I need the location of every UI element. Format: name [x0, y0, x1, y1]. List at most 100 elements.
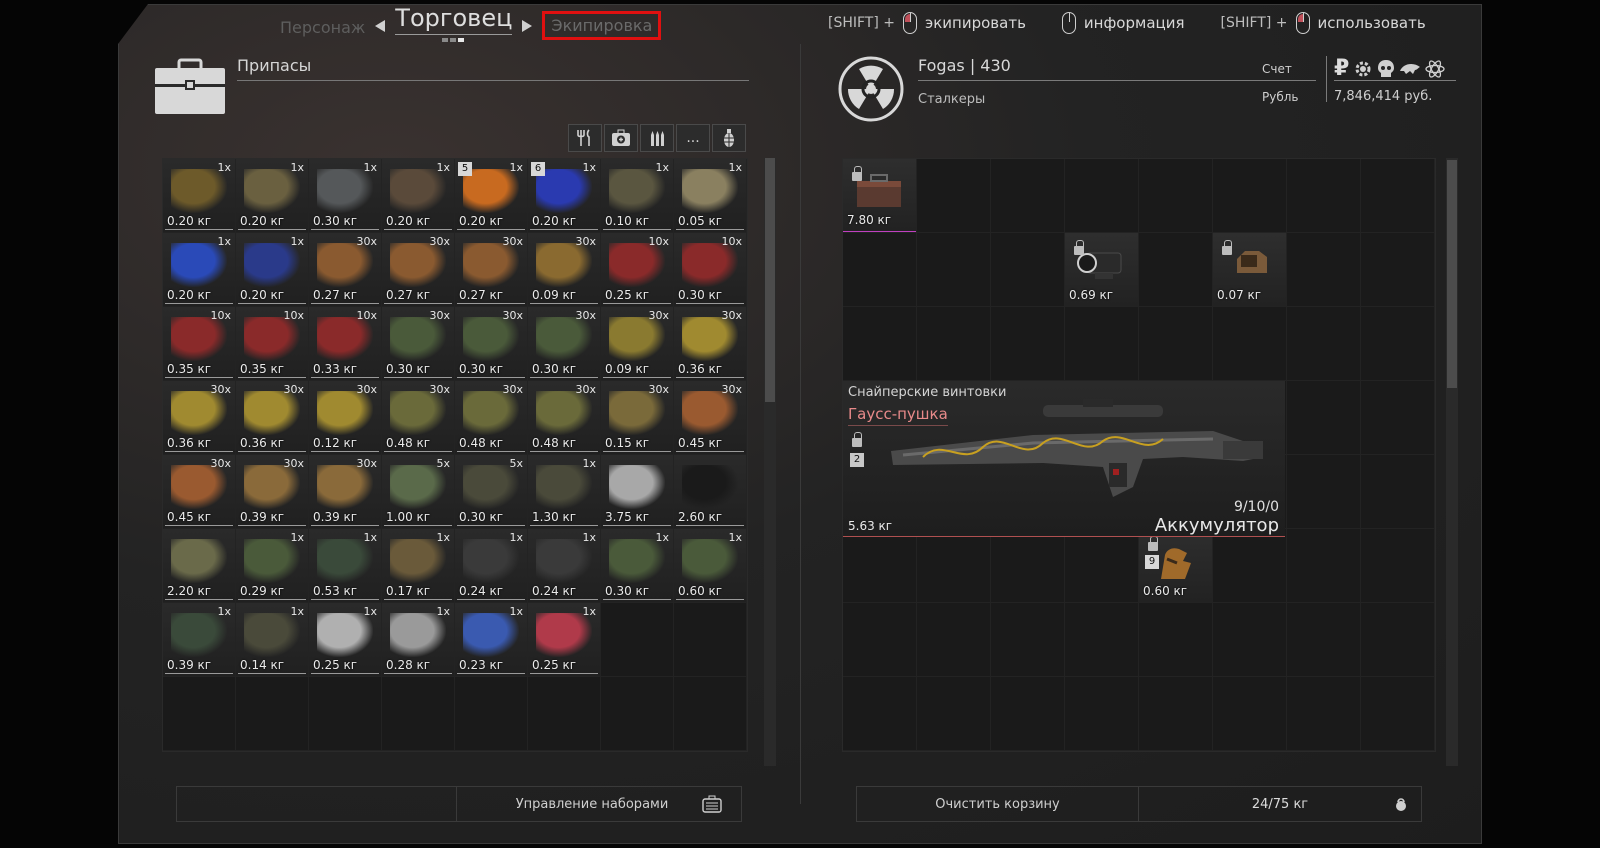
inventory-item[interactable]: 30x 0.48 кг: [528, 381, 601, 455]
inventory-item[interactable]: 1x 1.30 кг: [528, 455, 601, 529]
item-weight: 1.00 кг: [386, 510, 431, 524]
ammo-icon[interactable]: [640, 124, 674, 152]
inventory-item[interactable]: 30x 0.36 кг: [674, 307, 747, 381]
inventory-item[interactable]: 30x 0.09 кг: [601, 307, 674, 381]
equipment-scroll-thumb[interactable]: [1447, 160, 1457, 388]
inventory-item[interactable]: 1x 0.20 кг: [163, 159, 236, 233]
inventory-item[interactable]: 1x 0.24 кг: [455, 529, 528, 603]
trader-name-text: Fogas: [918, 56, 965, 75]
manage-sets-button[interactable]: Управление наборами: [457, 787, 741, 821]
inventory-item[interactable]: 10x 0.25 кг: [601, 233, 674, 307]
fork-knife-icon[interactable]: [568, 124, 602, 152]
inventory-item[interactable]: 1x 0.53 кг: [309, 529, 382, 603]
inventory-item[interactable]: 1x 0.24 кг: [528, 529, 601, 603]
inventory-item[interactable]: 30x 0.15 кг: [601, 381, 674, 455]
inventory-item[interactable]: 30x 0.36 кг: [163, 381, 236, 455]
inventory-item[interactable]: 30x 0.39 кг: [236, 455, 309, 529]
mutant-icon[interactable]: [1399, 61, 1421, 77]
inventory-item[interactable]: 30x 0.39 кг: [309, 455, 382, 529]
inventory-item[interactable]: 1x 0.20 кг: [382, 159, 455, 233]
more-icon[interactable]: ...: [676, 124, 710, 152]
inventory-item[interactable]: 1x 0.25 кг: [528, 603, 601, 677]
item-art: [390, 391, 446, 435]
inventory-item[interactable]: 30x 0.30 кг: [382, 307, 455, 381]
empty-slot: [1139, 307, 1213, 381]
inventory-item[interactable]: 1x 0.28 кг: [382, 603, 455, 677]
nav-next-arrow-icon[interactable]: [522, 20, 533, 32]
trader-scroll-thumb[interactable]: [765, 158, 775, 402]
inventory-item[interactable]: 1x 5 0.20 кг: [455, 159, 528, 233]
inventory-item[interactable]: 1x 0.23 кг: [455, 603, 528, 677]
medkit-icon[interactable]: [604, 124, 638, 152]
ruble-icon[interactable]: ₽: [1334, 56, 1349, 81]
inventory-item[interactable]: 1x 0.20 кг: [163, 233, 236, 307]
item-quantity: 1x: [290, 161, 304, 174]
inventory-item[interactable]: 10x 0.30 кг: [674, 233, 747, 307]
currency-underline: [1334, 80, 1456, 81]
lock-icon: [852, 432, 862, 447]
inventory-item[interactable]: 2.60 кг: [674, 455, 747, 529]
equip-box-item[interactable]: 7.80 кг: [843, 159, 916, 232]
equip-glove-item[interactable]: 9 0.60 кг: [1139, 529, 1212, 602]
inventory-item[interactable]: 1x 0.30 кг: [601, 529, 674, 603]
inventory-item[interactable]: 30x 0.27 кг: [382, 233, 455, 307]
nav-character-tab[interactable]: Персонаж: [280, 18, 365, 37]
grenade-icon[interactable]: [712, 124, 746, 152]
inventory-item[interactable]: 10x 0.35 кг: [236, 307, 309, 381]
item-quantity: 1x: [436, 531, 450, 544]
inventory-item[interactable]: 10x 0.35 кг: [163, 307, 236, 381]
inventory-item[interactable]: 30x 0.45 кг: [163, 455, 236, 529]
inventory-item[interactable]: 1x 0.60 кг: [674, 529, 747, 603]
inventory-item[interactable]: 1x 6 0.20 кг: [528, 159, 601, 233]
inventory-item[interactable]: 5x 0.30 кг: [455, 455, 528, 529]
inventory-item[interactable]: 1x 0.25 кг: [309, 603, 382, 677]
inventory-item[interactable]: 30x 0.27 кг: [455, 233, 528, 307]
gauss-gun-item[interactable]: Снайперские винтовки Гаусс-пушка 2 9/10/…: [843, 381, 1285, 537]
inventory-item[interactable]: 30x 0.45 кг: [674, 381, 747, 455]
inventory-item[interactable]: 30x 0.09 кг: [528, 233, 601, 307]
inventory-item[interactable]: 1x 0.30 кг: [309, 159, 382, 233]
empty-slot: [1213, 529, 1287, 603]
inventory-item[interactable]: 10x 0.33 кг: [309, 307, 382, 381]
inventory-item[interactable]: 1x 0.14 кг: [236, 603, 309, 677]
equipment-scrollbar[interactable]: [1446, 158, 1458, 766]
empty-slot: [1287, 159, 1361, 233]
inventory-item[interactable]: 1x 0.10 кг: [601, 159, 674, 233]
inventory-item[interactable]: 30x 0.30 кг: [528, 307, 601, 381]
item-art: [244, 243, 300, 287]
inventory-item[interactable]: 1x 0.20 кг: [236, 159, 309, 233]
nav-prev-arrow-icon[interactable]: [375, 20, 386, 32]
item-quantity: 1x: [363, 161, 377, 174]
inventory-item[interactable]: 30x 0.48 кг: [382, 381, 455, 455]
stack-badge: 6: [531, 162, 545, 176]
nav-equipment-tab[interactable]: Экипировка: [542, 11, 662, 40]
item-quantity: 30x: [648, 309, 669, 322]
inventory-item[interactable]: 30x 0.48 кг: [455, 381, 528, 455]
nav-trader-tab[interactable]: Торговец: [395, 4, 513, 35]
inventory-item[interactable]: 5x 1.00 кг: [382, 455, 455, 529]
skull-icon[interactable]: [1377, 59, 1395, 79]
inventory-item[interactable]: 3.75 кг: [601, 455, 674, 529]
inventory-item[interactable]: 2.20 кг: [163, 529, 236, 603]
inventory-item[interactable]: 30x 0.36 кг: [236, 381, 309, 455]
gear-icon[interactable]: [1353, 59, 1373, 79]
inventory-item[interactable]: 1x 0.05 кг: [674, 159, 747, 233]
item-weight: 0.36 кг: [240, 436, 285, 450]
inventory-item[interactable]: 1x 0.20 кг: [236, 233, 309, 307]
atom-icon[interactable]: [1425, 59, 1445, 79]
empty-slot: [1065, 529, 1139, 603]
item-weight: 0.36 кг: [678, 362, 723, 376]
inventory-item[interactable]: 30x 0.30 кг: [455, 307, 528, 381]
clear-cart-button[interactable]: Очистить корзину: [857, 787, 1139, 821]
trader-scrollbar[interactable]: [764, 158, 776, 766]
item-quantity: 30x: [502, 383, 523, 396]
inventory-item[interactable]: 1x 0.17 кг: [382, 529, 455, 603]
inventory-item[interactable]: 30x 0.12 кг: [309, 381, 382, 455]
inventory-item[interactable]: 1x 0.29 кг: [236, 529, 309, 603]
item-quantity: 1x: [290, 235, 304, 248]
item-quantity: 1x: [582, 605, 596, 618]
inventory-item[interactable]: 1x 0.39 кг: [163, 603, 236, 677]
equip-scope-item[interactable]: 0.69 кг: [1065, 233, 1138, 306]
equip-sight-item[interactable]: 0.07 кг: [1213, 233, 1286, 306]
inventory-item[interactable]: 30x 0.27 кг: [309, 233, 382, 307]
